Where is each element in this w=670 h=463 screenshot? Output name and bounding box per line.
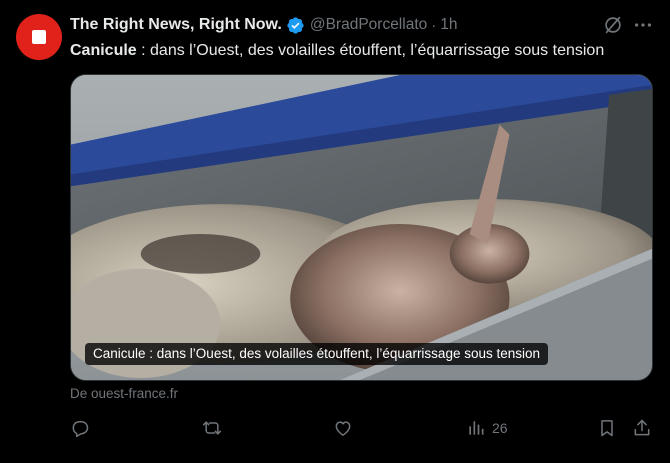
reply-button[interactable] — [70, 416, 90, 440]
card-source[interactable]: De ouest-france.fr — [70, 385, 178, 403]
views-button[interactable]: 26 — [466, 416, 508, 440]
views-icon — [469, 421, 484, 435]
tweet-text-bold: Canicule — [70, 42, 137, 59]
share-icon — [634, 419, 650, 436]
more-options-icon[interactable] — [632, 14, 654, 36]
bookmark-icon — [601, 420, 613, 437]
like-button[interactable] — [333, 416, 353, 440]
like-icon — [335, 421, 351, 436]
reply-icon — [72, 421, 89, 438]
views-count: 26 — [492, 420, 508, 436]
tweet-header: The Right News, Right Now. @BradPorcella… — [70, 14, 458, 36]
action-bar: 26 — [70, 416, 660, 440]
author-handle[interactable]: @BradPorcellato — [310, 16, 427, 34]
share-button[interactable] — [632, 416, 652, 440]
grok-icon[interactable] — [602, 14, 624, 36]
timestamp[interactable]: 1h — [440, 16, 457, 34]
author-display-name[interactable]: The Right News, Right Now. — [70, 16, 282, 34]
bookmark-button[interactable] — [597, 416, 617, 440]
separator-dot: · — [431, 16, 437, 34]
tweet[interactable]: The Right News, Right Now. @BradPorcella… — [0, 0, 670, 463]
tweet-text: Canicule : dans l’Ouest, des volailles é… — [70, 40, 604, 62]
avatar[interactable] — [16, 14, 62, 60]
tweet-text-rest: : dans l’Ouest, des volailles étouffent,… — [136, 42, 605, 59]
repost-button[interactable] — [202, 416, 222, 440]
card-caption: Canicule : dans l’Ouest, des volailles é… — [85, 343, 549, 365]
card-image — [71, 75, 652, 380]
verified-badge-icon[interactable] — [286, 16, 305, 35]
avatar-logo — [32, 30, 46, 44]
repost-icon — [202, 421, 222, 435]
link-card[interactable]: Canicule : dans l’Ouest, des volailles é… — [70, 74, 653, 381]
